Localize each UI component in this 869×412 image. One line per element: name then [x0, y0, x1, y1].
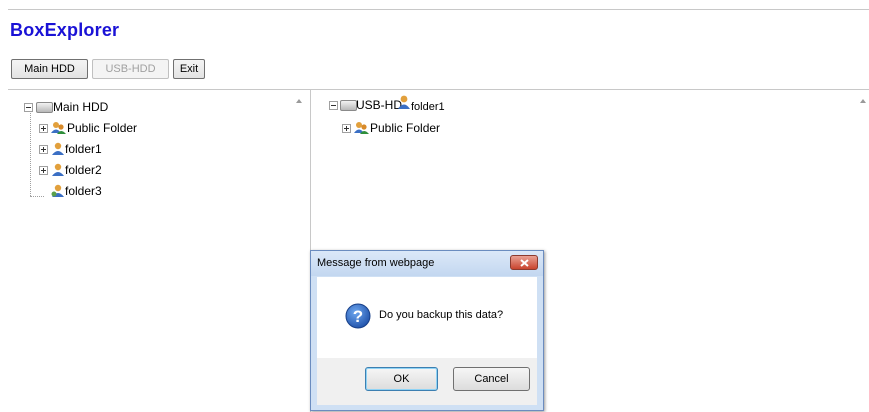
- collapse-icon[interactable]: [329, 101, 338, 110]
- drag-folder-label: folder1: [411, 101, 445, 113]
- svg-text:?: ?: [353, 307, 363, 326]
- dialog-footer: OK Cancel: [317, 358, 537, 405]
- tree-item-label: folder3: [65, 184, 102, 198]
- hard-drive-icon: [340, 100, 357, 111]
- scroll-up-arrow-icon[interactable]: [296, 99, 302, 103]
- expand-icon[interactable]: [342, 124, 351, 133]
- exit-button[interactable]: Exit: [173, 59, 205, 79]
- dialog-message: Do you backup this data?: [379, 309, 504, 321]
- tree-item-label: folder2: [65, 163, 102, 177]
- top-divider: [8, 9, 869, 10]
- expand-icon[interactable]: [39, 166, 48, 175]
- app-title: BoxExplorer: [10, 20, 120, 40]
- main-hdd-button[interactable]: Main HDD: [11, 59, 88, 79]
- shared-folder-icon: [51, 122, 66, 134]
- close-icon: [520, 259, 529, 267]
- tree-root-label: Main HDD: [53, 100, 109, 114]
- expand-icon[interactable]: [39, 124, 48, 133]
- cancel-button[interactable]: Cancel: [453, 367, 530, 391]
- tree-item-label: Public Folder: [67, 121, 138, 135]
- hard-drive-icon: [36, 102, 53, 113]
- close-button[interactable]: [510, 255, 538, 270]
- dialog-body: ? Do you backup this data?: [317, 277, 537, 358]
- tree-item-label: Public Folder: [370, 121, 441, 135]
- collapse-icon[interactable]: [24, 103, 33, 112]
- expand-icon[interactable]: [39, 145, 48, 154]
- shared-folder-icon: [354, 122, 369, 134]
- scroll-up-arrow-icon[interactable]: [860, 99, 866, 103]
- tree-connector: [30, 110, 31, 196]
- confirm-dialog: Message from webpage ? Do you backup thi…: [310, 250, 544, 411]
- question-icon: ?: [345, 303, 371, 329]
- ok-button[interactable]: OK: [365, 367, 438, 391]
- dialog-titlebar[interactable]: Message from webpage: [311, 251, 543, 276]
- dialog-title: Message from webpage: [317, 257, 435, 269]
- usb-hdd-button[interactable]: USB-HDD: [92, 59, 169, 79]
- tree-connector: [30, 196, 44, 197]
- main-hdd-tree-panel: Main HDD Public Folder folder1 folder2 f…: [8, 90, 309, 412]
- tree-item-label: folder1: [65, 142, 102, 156]
